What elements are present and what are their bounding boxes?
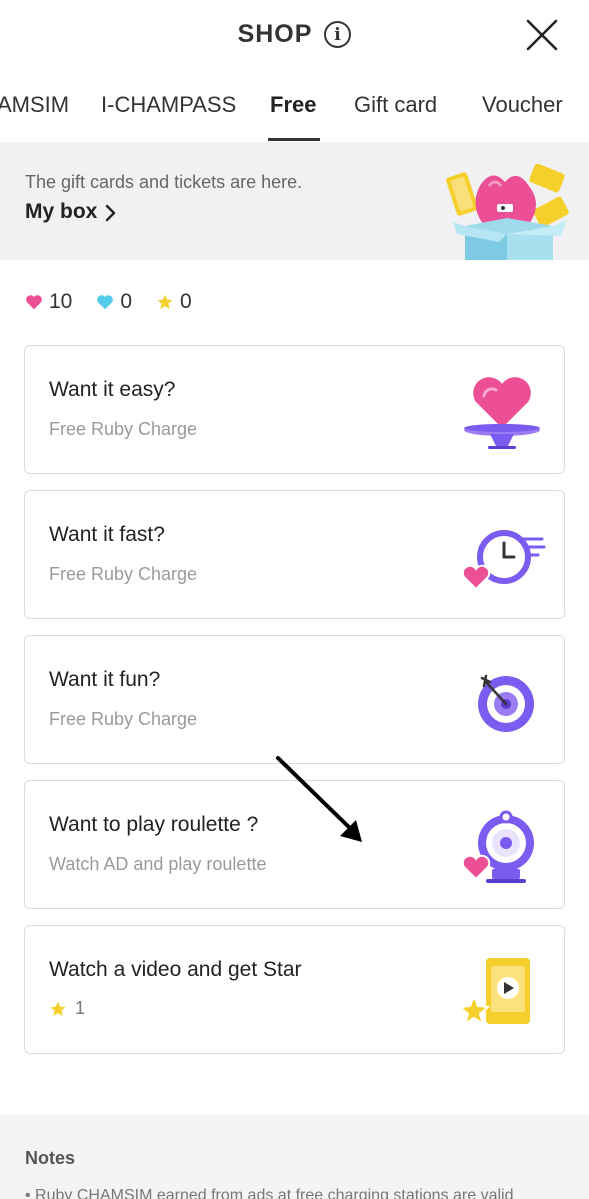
star-reward-count: 1 <box>75 998 86 1018</box>
notes-line: • Ruby CHAMSIM earned from ads at free c… <box>25 1187 514 1199</box>
card-title: Watch a video and get Star <box>49 958 302 981</box>
card-want-it-fun[interactable]: Want it fun? Free Ruby Charge <box>24 635 565 764</box>
ruby-count: 10 <box>49 290 73 313</box>
card-subtitle: Watch AD and play roulette <box>49 854 267 874</box>
tab-amsim[interactable]: AMSIM <box>0 92 69 118</box>
blue-balance: 0 <box>96 290 132 314</box>
notes-section: Notes • Ruby CHAMSIM earned from ads at … <box>0 1115 589 1199</box>
roulette-icon <box>461 810 534 883</box>
annotation-arrow-icon <box>276 756 362 842</box>
my-box-banner[interactable]: The gift cards and tickets are here. My … <box>0 142 589 260</box>
card-subtitle: Free Ruby Charge <box>49 419 198 439</box>
my-box-link[interactable]: My box <box>25 200 117 224</box>
blue-heart-icon <box>97 295 114 310</box>
star-balance: 0 <box>156 290 192 314</box>
active-tab-indicator <box>268 138 320 141</box>
banner-subtitle: The gift cards and tickets are here. <box>25 172 303 192</box>
card-title: Want it fun? <box>49 668 161 691</box>
card-title: Want it fast? <box>49 523 165 546</box>
target-icon <box>478 674 534 732</box>
star-icon <box>50 1001 66 1016</box>
video-star-icon <box>458 958 530 1027</box>
star-reward: 1 <box>49 998 85 1019</box>
star-count: 0 <box>180 290 192 313</box>
tab-free[interactable]: Free <box>270 92 316 118</box>
pink-heart-icon <box>26 295 42 310</box>
header: SHOP i <box>0 0 589 72</box>
ruby-balance: 10 <box>25 290 72 314</box>
info-icon[interactable]: i <box>324 21 352 48</box>
star-icon <box>157 294 173 310</box>
card-subtitle: Free Ruby Charge <box>49 709 198 729</box>
chevron-right-icon <box>106 204 116 222</box>
tab-bar: AMSIM I-CHAMPASS Free Gift card Voucher <box>0 88 589 142</box>
tab-i-champass[interactable]: I-CHAMPASS <box>101 92 236 118</box>
card-subtitle: Free Ruby Charge <box>49 564 198 584</box>
tab-voucher[interactable]: Voucher <box>482 92 563 118</box>
notes-title: Notes <box>25 1148 76 1168</box>
card-title: Want it easy? <box>49 378 176 401</box>
blue-count: 0 <box>120 290 133 313</box>
card-watch-video-get-star[interactable]: Watch a video and get Star 1 <box>24 925 565 1054</box>
card-want-it-fast[interactable]: Want it fast? Free Ruby Charge <box>24 490 565 619</box>
close-icon[interactable] <box>525 18 559 52</box>
my-box-label: My box <box>25 200 98 223</box>
card-want-it-easy[interactable]: Want it easy? Free Ruby Charge <box>24 345 565 474</box>
gift-box-icon <box>446 164 569 260</box>
page-title: SHOP <box>237 20 313 48</box>
tab-gift-card[interactable]: Gift card <box>354 92 437 118</box>
currency-row: 10 0 0 <box>25 290 216 314</box>
card-title: Want to play roulette ? <box>49 813 259 836</box>
heart-plate-icon <box>464 377 540 449</box>
fast-clock-icon <box>461 530 546 591</box>
